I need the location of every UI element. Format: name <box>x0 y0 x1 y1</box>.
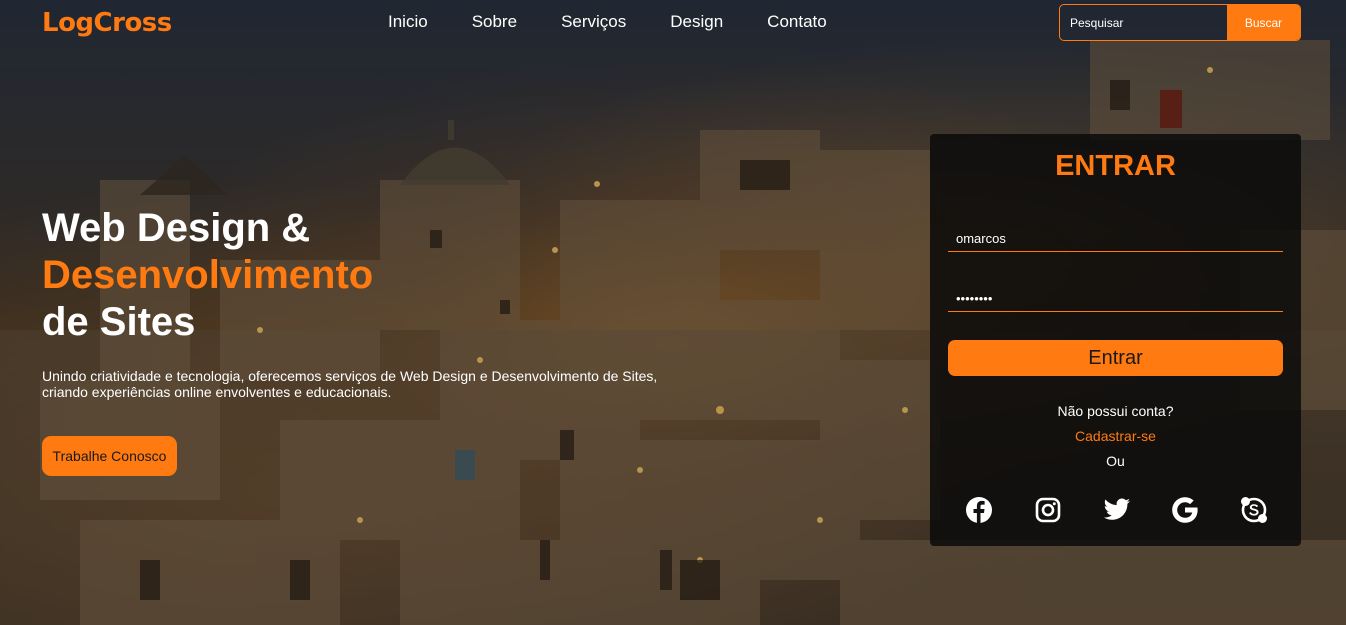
nav-item-inicio[interactable]: Inicio <box>388 12 428 32</box>
facebook-icon[interactable] <box>964 495 994 525</box>
social-login-list <box>964 495 1269 525</box>
hero-title-accent: Desenvolvimento <box>42 253 374 297</box>
search-bar: Buscar <box>1059 4 1301 41</box>
signup-link[interactable]: Cadastrar-se <box>930 428 1301 444</box>
brand-logo[interactable]: LogCross <box>42 8 172 38</box>
hero-title: Web Design & Desenvolvimento de Sites <box>42 205 692 346</box>
search-input[interactable] <box>1060 5 1227 40</box>
nav-item-design[interactable]: Design <box>670 12 723 32</box>
password-field[interactable] <box>948 286 1283 312</box>
hero-section: Web Design & Desenvolvimento de Sites Un… <box>42 205 692 400</box>
instagram-icon[interactable] <box>1033 495 1063 525</box>
login-submit-button[interactable]: Entrar <box>948 340 1283 376</box>
login-title: ENTRAR <box>1055 150 1176 182</box>
no-account-text: Não possui conta? <box>1057 403 1174 419</box>
work-with-us-button[interactable]: Trabalhe Conosco <box>42 436 177 476</box>
hero-title-line3: de Sites <box>42 300 196 344</box>
username-field[interactable] <box>948 226 1283 252</box>
twitter-icon[interactable] <box>1102 495 1132 525</box>
nav-item-servicos[interactable]: Serviços <box>561 12 626 32</box>
hero-title-line1: Web Design & <box>42 206 311 250</box>
hero-description: Unindo criatividade e tecnologia, oferec… <box>42 368 658 400</box>
main-nav: Inicio Sobre Serviços Design Contato <box>388 12 871 32</box>
search-button[interactable]: Buscar <box>1227 5 1300 40</box>
login-panel: ENTRAR Entrar Não possui conta? Cadastra… <box>930 134 1301 546</box>
skype-icon[interactable] <box>1239 495 1269 525</box>
or-divider-text: Ou <box>1106 453 1125 469</box>
google-icon[interactable] <box>1170 495 1200 525</box>
nav-item-sobre[interactable]: Sobre <box>472 12 517 32</box>
nav-item-contato[interactable]: Contato <box>767 12 827 32</box>
